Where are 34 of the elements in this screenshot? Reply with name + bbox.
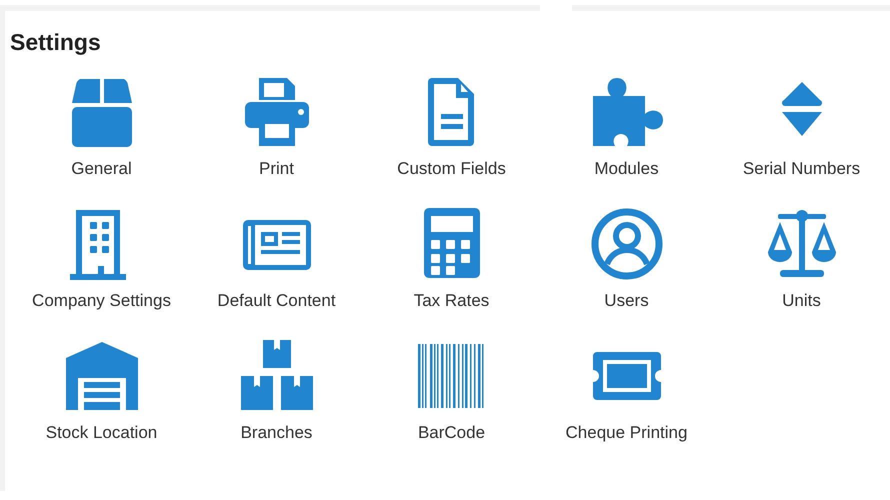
settings-tile[interactable]: Users (539, 208, 714, 326)
scale-icon (766, 208, 838, 280)
tile-label: Custom Fields (397, 158, 506, 180)
tile-label: Default Content (217, 290, 336, 312)
puzzle-icon (590, 76, 662, 148)
tile-label: Branches (240, 422, 312, 444)
settings-tile[interactable]: Units (714, 208, 889, 326)
settings-tile[interactable]: Stock Location (14, 340, 189, 458)
settings-tile[interactable]: Custom Fields (364, 76, 539, 194)
settings-tile[interactable]: Cheque Printing (539, 340, 714, 458)
tile-label: Serial Numbers (742, 158, 860, 180)
tile-label: Units (782, 290, 821, 312)
tile-label: BarCode (418, 422, 486, 444)
settings-tile[interactable]: Tax Rates (364, 208, 539, 326)
settings-tile[interactable]: Default Content (189, 208, 364, 326)
tile-label: Cheque Printing (566, 422, 688, 444)
settings-tile[interactable]: Branches (189, 340, 364, 458)
settings-tile[interactable]: General (14, 76, 189, 194)
settings-tile[interactable]: BarCode (364, 340, 539, 458)
tile-label: General (71, 158, 132, 180)
page-title: Settings (10, 28, 101, 57)
tile-label: Stock Location (46, 422, 158, 444)
warehouse-icon (66, 340, 138, 412)
settings-tile[interactable]: Print (189, 76, 364, 194)
settings-tile[interactable]: Company Settings (14, 208, 189, 326)
tile-label: Modules (594, 158, 659, 180)
user-icon (590, 208, 662, 280)
settings-tile[interactable]: Modules (539, 76, 714, 194)
tile-label: Print (259, 158, 294, 180)
boxes-icon (240, 340, 312, 412)
tile-label: Tax Rates (414, 290, 490, 312)
tile-label: Users (604, 290, 649, 312)
tile-label: Company Settings (32, 290, 171, 312)
settings-tile[interactable]: Serial Numbers (714, 76, 889, 194)
